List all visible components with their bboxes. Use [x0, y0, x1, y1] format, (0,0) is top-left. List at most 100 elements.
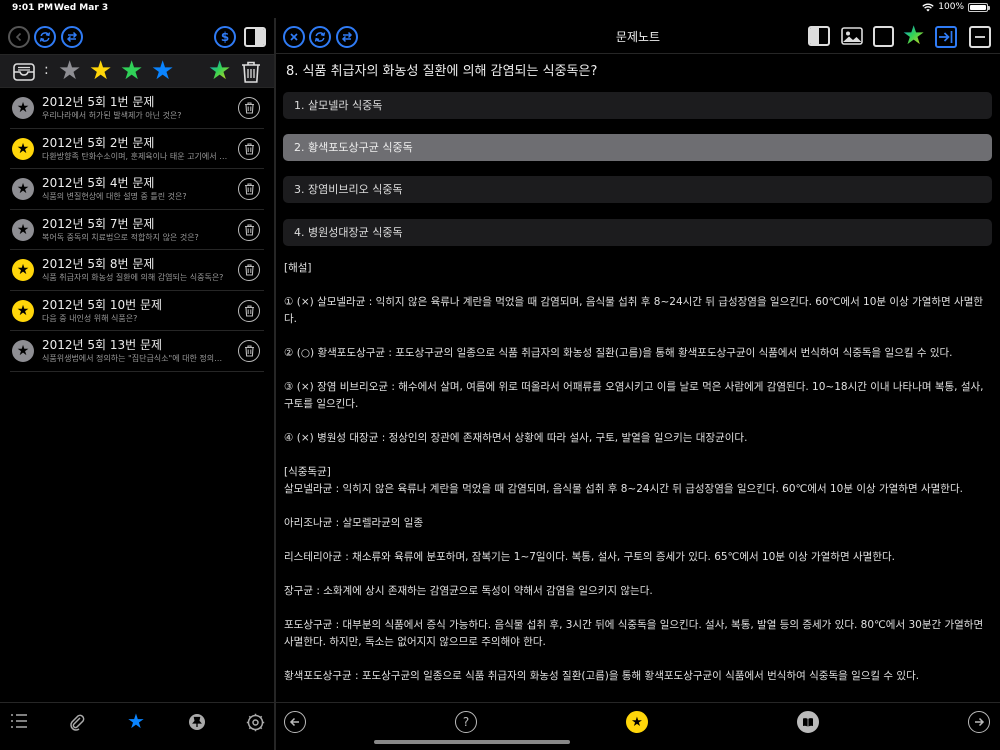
trash-icon	[244, 183, 254, 195]
inbox-icon[interactable]	[12, 61, 36, 83]
explanation-item: ② (○) 황색포도상구균 : 포도상구균의 일종으로 식품 취급자의 화농성 …	[284, 347, 953, 359]
choice-option[interactable]: 3. 장염비브리오 식중독	[283, 176, 992, 203]
delete-button[interactable]	[238, 299, 260, 322]
list-item[interactable]: ★ 2012년 5회 13번 문제식품위생법에서 정의하는 "집단급식소"에 대한…	[10, 331, 264, 372]
star-mark-icon[interactable]: ★	[12, 137, 34, 160]
question-mark-icon: ?	[462, 715, 470, 729]
star-mark-icon[interactable]: ★	[12, 218, 34, 241]
star-toggle-button[interactable]: ★	[626, 711, 648, 733]
dollar-button[interactable]: $	[214, 26, 236, 48]
status-time: 9:01 PM	[12, 3, 54, 13]
item-subtitle: 우리나라에서 허가된 발색제가 아닌 것은?	[42, 111, 182, 120]
filter-star-green-icon[interactable]: ★	[120, 58, 143, 84]
delete-button[interactable]	[238, 340, 260, 362]
section-item: 리스테리아균 : 채소류와 육류에 분포하며, 잠복기는 1~7일이다. 복통,…	[284, 551, 895, 563]
status-bar: 9:01 PM Wed Mar 3 100%	[0, 0, 1000, 18]
trash-icon	[244, 264, 254, 276]
paperclip-icon[interactable]	[69, 713, 85, 731]
battery-icon	[968, 2, 990, 12]
list-icon[interactable]	[10, 713, 28, 729]
star-mark-icon[interactable]: ★	[12, 340, 34, 362]
book-icon	[803, 718, 813, 727]
book-button[interactable]	[797, 711, 819, 733]
minimize-button[interactable]	[969, 26, 991, 48]
item-subtitle: 다환방향족 탄화수소이며, 훈제육이나 태운 고기에서 다량 검출되는 물질은?	[42, 151, 228, 161]
image-icon[interactable]	[841, 26, 863, 46]
main-tabbar: ? ★	[276, 702, 1000, 750]
refresh-icon	[39, 32, 51, 42]
item-title: 2012년 5회 7번 문제	[42, 216, 155, 231]
item-title: 2012년 5회 13번 문제	[42, 338, 163, 352]
battery-percent: 100%	[938, 2, 964, 12]
delete-button[interactable]	[238, 97, 260, 119]
question-title: 8. 식품 취급자의 화농성 질환에 의해 감염되는 식중독은?	[286, 64, 598, 79]
item-title: 2012년 5회 4번 문제	[42, 176, 155, 190]
explanation-header: [해설]	[284, 262, 312, 274]
sidebar: $ : ★ ★ ★ ★ ★ ★ 2012년 5회 1번 문제우리나라에서 허가된 …	[0, 18, 274, 750]
list-item[interactable]: ★ 2012년 5회 4번 문제식품의 변질현상에 대한 설명 중 틀린 것은?	[10, 169, 264, 210]
pin-icon[interactable]	[188, 713, 206, 731]
star-mark-icon[interactable]: ★	[12, 259, 34, 281]
delete-button[interactable]	[238, 218, 260, 241]
help-button[interactable]: ?	[455, 711, 477, 733]
item-title: 2012년 5회 1번 문제	[42, 95, 155, 109]
explanation-item: ③ (×) 장염 비브리오균 : 해수에서 살며, 여름에 위로 떠올라서 어패…	[284, 381, 984, 410]
home-indicator[interactable]	[374, 740, 570, 744]
item-title: 2012년 5회 10번 문제	[42, 297, 163, 312]
delete-button[interactable]	[238, 178, 260, 200]
sidebar-toolbar: $	[0, 18, 274, 54]
trash-icon	[244, 345, 254, 357]
prev-button[interactable]	[284, 711, 306, 733]
star-color-icon[interactable]: ★	[902, 23, 925, 49]
star-icon: ★	[631, 714, 643, 730]
filter-star-yellow-icon[interactable]: ★	[89, 58, 112, 84]
star-tab-icon[interactable]: ★	[127, 711, 145, 731]
star-mark-icon[interactable]: ★	[12, 178, 34, 200]
list-item[interactable]: ★ 2012년 5회 7번 문제 복어독 중독의 치료법으로 적합하지 않은 것은?	[10, 210, 264, 250]
list-item[interactable]: ★ 2012년 5회 8번 문제 식품 취급자의 화농성 질환에 의해 감염되는 식…	[10, 250, 264, 291]
filter-colon: :	[44, 62, 49, 78]
list-item[interactable]: ★ 2012년 5회 10번 문제 다음 중 내인성 위해 식품은?	[10, 291, 264, 331]
next-button[interactable]	[968, 711, 990, 733]
main-toolbar: 문제노트 ★	[276, 18, 1000, 54]
status-date: Wed Mar 3	[54, 3, 109, 13]
choice-option[interactable]: 4. 병원성대장균 식중독	[283, 219, 992, 246]
trash-icon	[244, 102, 254, 114]
star-mark-icon[interactable]: ★	[12, 299, 34, 322]
refresh-button[interactable]	[34, 26, 56, 48]
choice-option[interactable]: 1. 살모넬라 식중독	[283, 92, 992, 119]
settings-icon[interactable]	[246, 713, 265, 732]
arrow-right-to-line-icon	[939, 31, 953, 43]
blank-view-button[interactable]	[873, 26, 894, 47]
trash-icon[interactable]	[240, 60, 262, 84]
status-right: 100%	[922, 2, 990, 12]
filter-star-blue-icon[interactable]: ★	[151, 58, 174, 84]
main-sidebar-toggle-button[interactable]	[808, 26, 830, 46]
trash-icon	[244, 142, 254, 155]
panel-icon	[255, 29, 264, 45]
item-subtitle: 식품위생법에서 정의하는 "집단급식소"에 대한 정의로 옳은 것은?	[42, 354, 228, 363]
item-subtitle: 다음 중 내인성 위해 식품은?	[42, 313, 138, 323]
section-item: 포도상구균 : 대부분의 식품에서 증식 가능하다. 음식물 섭취 후, 3시간…	[284, 619, 984, 648]
section-item: 살모넬라균 : 익히지 않은 육류나 계란을 먹었을 때 감염되며, 음식물 섭…	[284, 483, 963, 495]
filter-star-all-icon[interactable]: ★	[208, 58, 231, 84]
trash-icon	[244, 223, 254, 236]
trash-icon	[244, 304, 254, 317]
list-item[interactable]: ★ 2012년 5회 2번 문제 다환방향족 탄화수소이며, 훈제육이나 태운 고기…	[10, 129, 264, 169]
delete-button[interactable]	[238, 137, 260, 160]
back-button[interactable]	[8, 26, 30, 48]
item-title: 2012년 5회 8번 문제	[42, 257, 155, 271]
section-item: 아리조나균 : 살모렐라균의 일종	[284, 517, 424, 529]
panel-icon	[810, 28, 819, 44]
item-subtitle: 복어독 중독의 치료법으로 적합하지 않은 것은?	[42, 232, 199, 242]
arrow-left-icon	[289, 717, 299, 727]
sidebar-toggle-button[interactable]	[244, 27, 266, 47]
choice-option[interactable]: 2. 황색포도상구균 식중독	[283, 134, 992, 161]
item-subtitle: 식품의 변질현상에 대한 설명 중 틀린 것은?	[42, 192, 187, 201]
list-item[interactable]: ★ 2012년 5회 1번 문제우리나라에서 허가된 발색제가 아닌 것은?	[10, 88, 264, 129]
swap-button[interactable]	[61, 26, 83, 48]
delete-button[interactable]	[238, 259, 260, 281]
star-mark-icon[interactable]: ★	[12, 97, 34, 119]
export-button[interactable]	[935, 26, 957, 48]
filter-star-gray-icon[interactable]: ★	[58, 58, 81, 84]
